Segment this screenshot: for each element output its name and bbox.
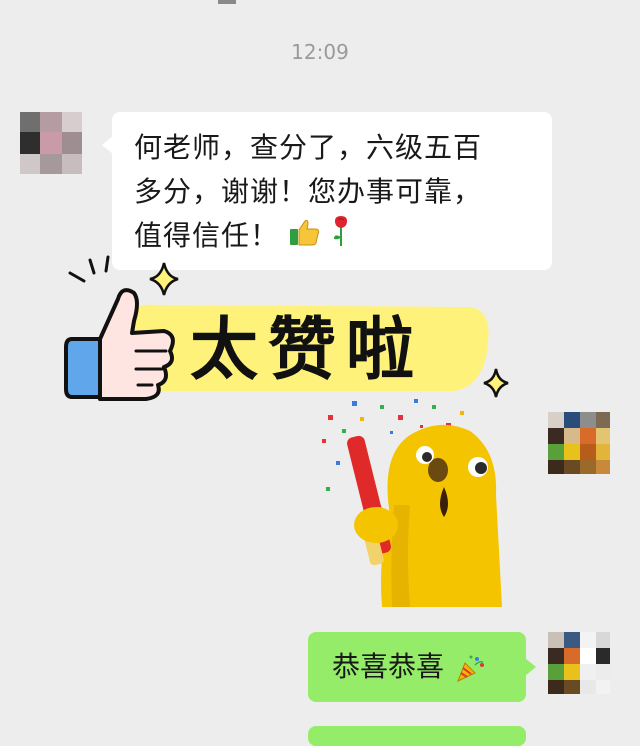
- outgoing-message-text: 恭喜恭喜: [332, 650, 445, 683]
- bubble-tail: [525, 658, 536, 676]
- rose-icon: [333, 215, 347, 246]
- my-avatar-2[interactable]: [548, 632, 610, 694]
- bubble-tail: [102, 136, 113, 154]
- party-popper-icon: [457, 655, 484, 682]
- sticker-text: 太赞啦: [190, 311, 424, 390]
- sparkle-icon-2: [483, 368, 509, 398]
- outgoing-message-bubble-partial[interactable]: [308, 726, 526, 746]
- thumbs-up-icon: [289, 219, 320, 245]
- incoming-message-bubble[interactable]: 何老师，查分了，六级五百 多分，谢谢！您办事可靠， 值得信任！: [102, 112, 552, 270]
- message-line-2: 多分，谢谢！您办事可靠，: [134, 175, 483, 208]
- outgoing-message-bubble[interactable]: 恭喜恭喜: [308, 632, 536, 702]
- sender-avatar[interactable]: [20, 112, 82, 174]
- message-timestamp: 12:09: [291, 40, 349, 64]
- congrats-sticker[interactable]: 太赞啦: [60, 255, 520, 615]
- yellow-mascot-icon: [347, 424, 502, 607]
- sparkle-icon: [149, 262, 179, 296]
- top-partial-element: [218, 0, 236, 4]
- message-line-3: 值得信任！: [134, 214, 532, 260]
- message-line-1: 何老师，查分了，六级五百: [134, 131, 483, 164]
- message-line-3-text: 值得信任！: [134, 219, 280, 252]
- burst-lines-icon: [68, 255, 110, 283]
- my-avatar[interactable]: [548, 412, 610, 474]
